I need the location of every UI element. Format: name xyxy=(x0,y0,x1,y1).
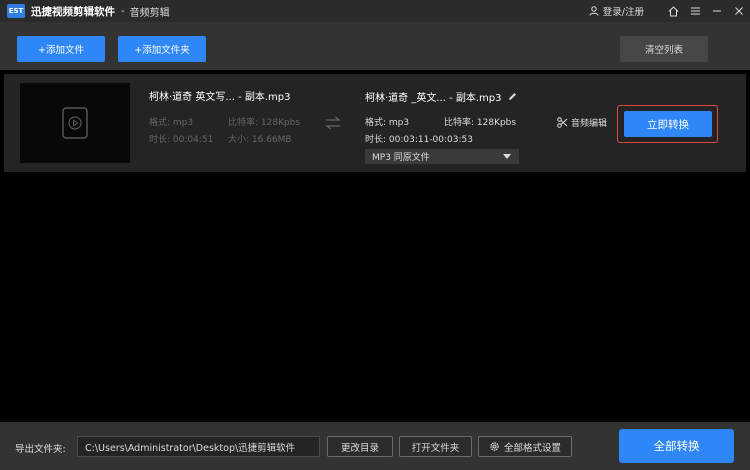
change-directory-button[interactable]: 更改目录 xyxy=(327,436,393,457)
output-filename: 柯林·道奇 _英文... - 副本.mp3 xyxy=(365,89,517,104)
user-icon xyxy=(589,6,599,16)
title-separator: - xyxy=(121,5,125,17)
format-settings-button[interactable]: 全部格式设置 xyxy=(478,436,572,457)
convert-arrows-icon xyxy=(325,116,341,130)
open-folder-button[interactable]: 打开文件夹 xyxy=(399,436,472,457)
play-circle-icon xyxy=(62,107,88,139)
home-icon xyxy=(668,5,678,16)
source-size: 大小: 16.66MB xyxy=(228,135,292,145)
output-duration: 时长: 00:03:11-00:03:53 xyxy=(365,135,473,145)
audio-edit-button[interactable]: 音频编辑 xyxy=(557,116,607,129)
output-format-select[interactable]: MP3 同原文件 xyxy=(365,149,519,164)
output-bitrate: 比特率: 128Kpbs xyxy=(444,118,517,128)
gear-icon xyxy=(490,442,499,451)
source-duration: 时长: 00:04:51 xyxy=(149,135,214,145)
source-format: 格式: mp3 xyxy=(149,118,194,128)
source-bitrate: 比特率: 128Kpbs xyxy=(228,118,301,128)
close-icon xyxy=(735,7,743,15)
convert-all-button[interactable]: 全部转换 xyxy=(619,429,734,463)
app-title: 迅捷视频剪辑软件 xyxy=(31,5,115,18)
minimize-button[interactable] xyxy=(706,0,728,22)
convert-now-button[interactable]: 立即转换 xyxy=(624,111,712,137)
title-bar: EST 迅捷视频剪辑软件 - 音频剪辑 登录/注册 xyxy=(0,0,750,22)
edit-pencil-icon[interactable] xyxy=(508,92,517,101)
list-item[interactable]: 柯林·道奇 英文写... - 副本.mp3 格式: mp3 比特率: 128Kp… xyxy=(4,74,746,172)
minimize-icon xyxy=(713,10,721,12)
video-thumbnail[interactable] xyxy=(20,83,130,163)
add-file-button[interactable]: +添加文件 xyxy=(17,36,105,62)
add-folder-button[interactable]: +添加文件夹 xyxy=(118,36,206,62)
output-folder-label: 导出文件夹: xyxy=(15,444,66,455)
dropdown-caret-icon xyxy=(503,154,511,159)
login-register-link[interactable]: 登录/注册 xyxy=(589,4,644,18)
module-title: 音频剪辑 xyxy=(129,7,170,19)
change-directory-label: 更改目录 xyxy=(340,442,379,454)
menu-button[interactable] xyxy=(684,0,706,22)
output-format: 格式: mp3 xyxy=(365,118,410,128)
output-path-field[interactable]: C:\Users\Administrator\Desktop\迅捷剪辑软件 xyxy=(77,436,320,457)
source-filename: 柯林·道奇 英文写... - 副本.mp3 xyxy=(149,92,291,103)
toolbar: +添加文件 +添加文件夹 清空列表 xyxy=(0,22,750,70)
app-logo-icon: EST xyxy=(7,4,25,18)
login-register-label: 登录/注册 xyxy=(602,7,644,18)
close-button[interactable] xyxy=(728,0,750,22)
bottom-bar: 导出文件夹: C:\Users\Administrator\Desktop\迅捷… xyxy=(0,422,750,470)
open-folder-label: 打开文件夹 xyxy=(411,442,460,454)
home-button[interactable] xyxy=(662,0,684,22)
output-path-value: C:\Users\Administrator\Desktop\迅捷剪辑软件 xyxy=(85,442,296,454)
output-filename-label: 柯林·道奇 _英文... - 副本.mp3 xyxy=(365,93,502,104)
menu-icon xyxy=(690,7,700,15)
scissors-icon xyxy=(557,117,568,128)
clear-list-button[interactable]: 清空列表 xyxy=(620,36,708,62)
audio-edit-label: 音频编辑 xyxy=(571,119,608,129)
output-format-select-value: MP3 同原文件 xyxy=(372,153,430,163)
file-list: 柯林·道奇 英文写... - 副本.mp3 格式: mp3 比特率: 128Kp… xyxy=(0,70,750,422)
format-settings-label: 全部格式设置 xyxy=(503,442,561,454)
